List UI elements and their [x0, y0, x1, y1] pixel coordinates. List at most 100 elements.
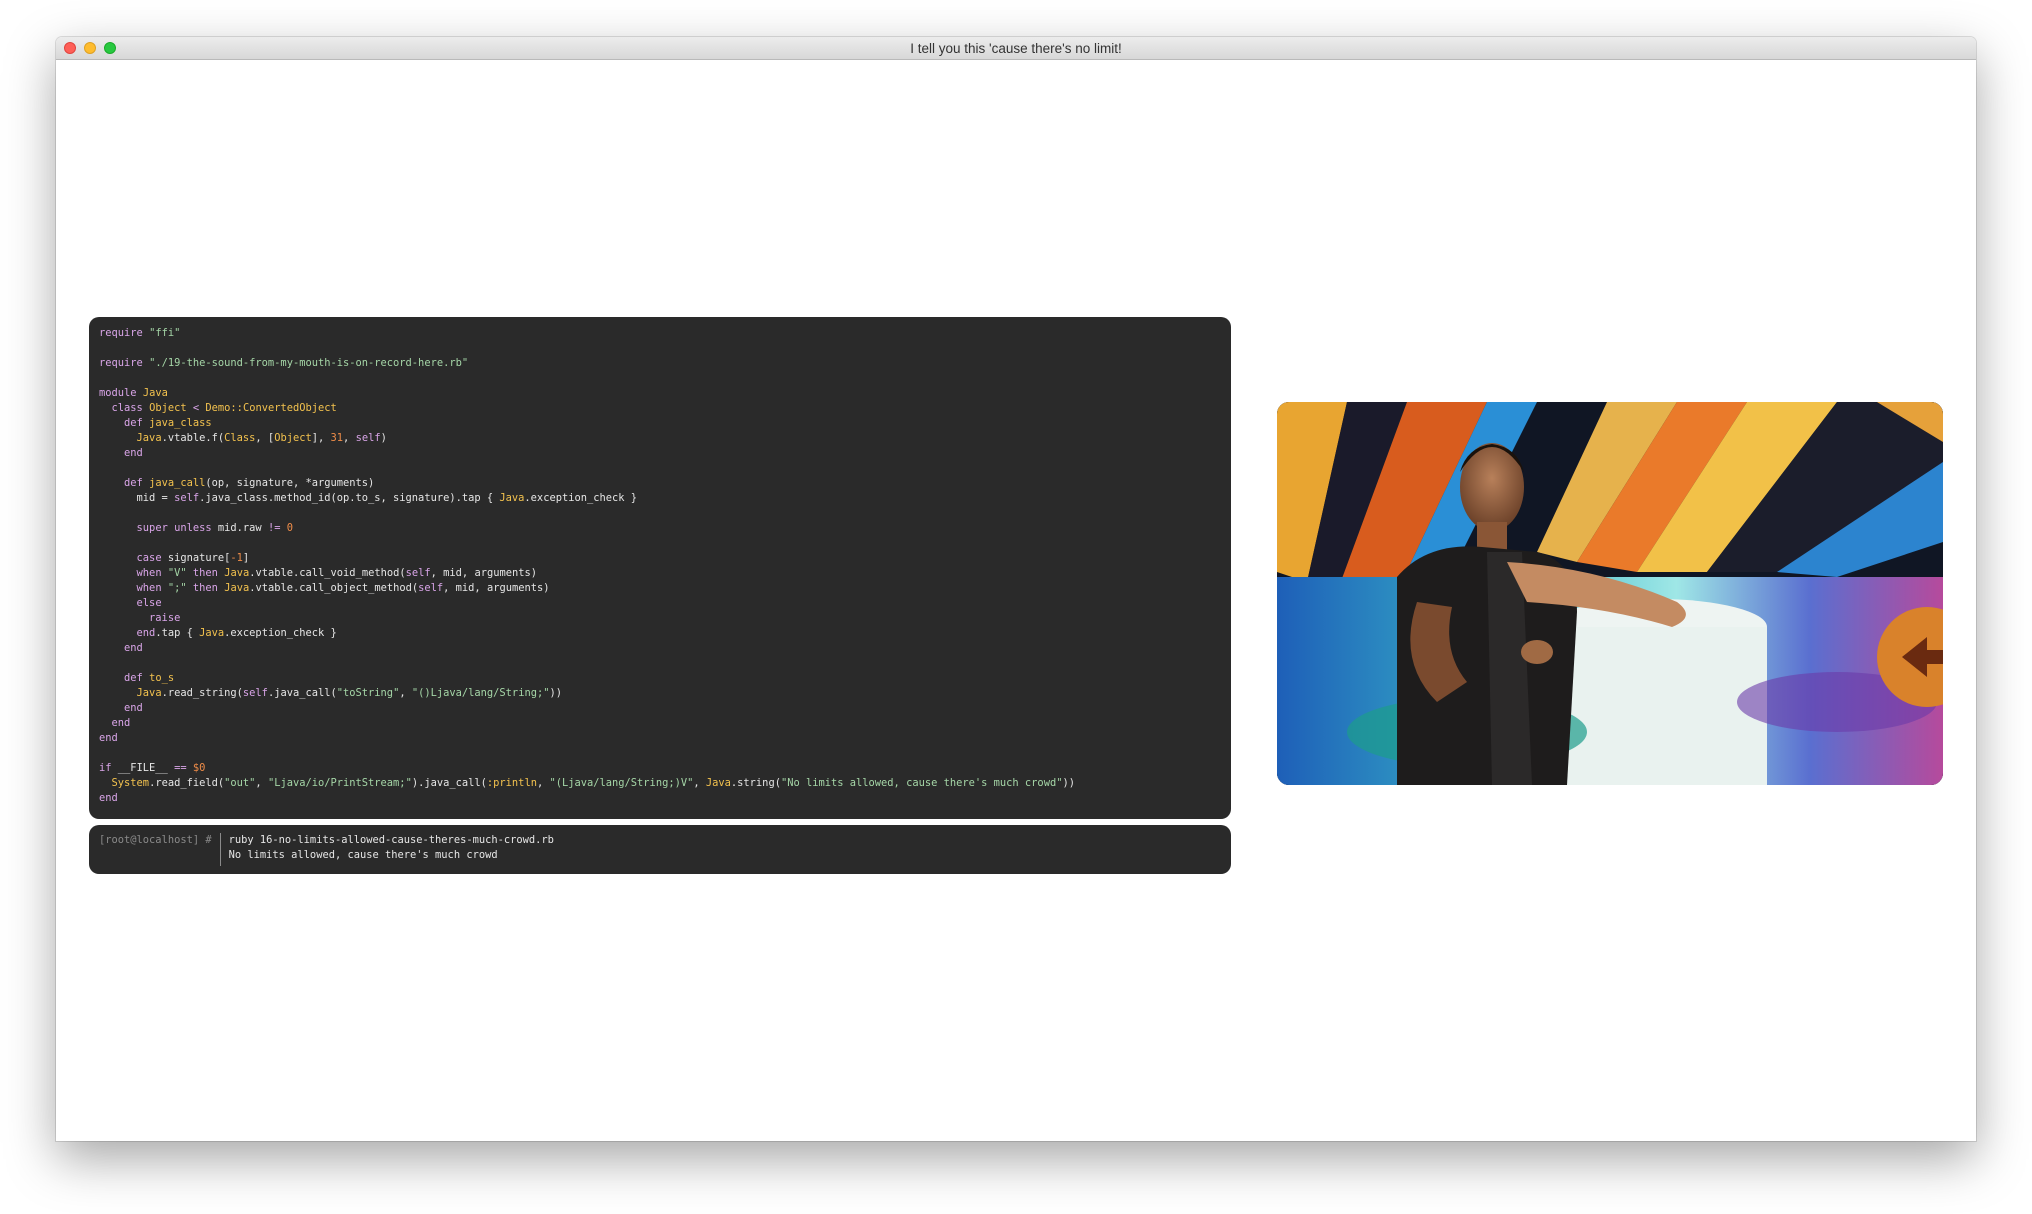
- code-token: , mid, arguments): [430, 567, 538, 579]
- code-token: end: [124, 642, 143, 654]
- terminal-output-area: ruby 16-no-limits-allowed-cause-theres-m…: [229, 833, 554, 866]
- code-token: .vtable.call_object_method(: [249, 582, 419, 594]
- code-token: "out": [224, 777, 256, 789]
- code-token: 31: [330, 432, 344, 444]
- code-line: case signature[-1]: [99, 551, 1221, 566]
- code-editor-panel: require "ffi" require "./19-the-sound-fr…: [89, 317, 1231, 819]
- code-line: System.read_field("out", "Ljava/io/Print…: [99, 776, 1221, 791]
- code-token: System: [111, 777, 150, 789]
- code-token: end: [124, 447, 143, 459]
- code-token: "No limits allowed, cause there's much c…: [780, 777, 1063, 789]
- code-token: if: [99, 762, 112, 774]
- code-token: unless: [174, 522, 212, 534]
- code-token: class: [111, 402, 143, 414]
- code-token: .tap {: [155, 627, 200, 639]
- code-token: case: [136, 552, 162, 564]
- title-bar[interactable]: I tell you this 'cause there's no limit!: [56, 37, 1976, 60]
- code-token: to_s: [149, 672, 175, 684]
- code-token: end: [136, 627, 156, 639]
- code-token: (op, signature, *arguments): [205, 477, 375, 489]
- code-token: ]: [242, 552, 250, 564]
- code-token: end: [124, 702, 143, 714]
- code-token: Java: [499, 492, 525, 504]
- music-video-frame[interactable]: [1277, 402, 1943, 785]
- code-token: "toString": [336, 687, 400, 699]
- code-token: .exception_check }: [224, 627, 337, 639]
- code-line: require "ffi": [99, 326, 1221, 341]
- code-token: mid =: [99, 492, 175, 504]
- code-line: raise: [99, 611, 1221, 626]
- code-token: .string(: [730, 777, 781, 789]
- code-token: ,: [343, 432, 356, 444]
- code-token: Java: [142, 387, 168, 399]
- code-token: require: [99, 357, 143, 369]
- code-line: require "./19-the-sound-from-my-mouth-is…: [99, 356, 1221, 371]
- code-token: self: [405, 567, 431, 579]
- code-token: .java_class.method_id(op.to_s, signature…: [199, 492, 500, 504]
- code-line: else: [99, 596, 1221, 611]
- code-token: :println: [486, 777, 537, 789]
- code-token: .read_field(: [149, 777, 225, 789]
- code-token: Object: [149, 402, 187, 414]
- code-token: .read_string(: [161, 687, 243, 699]
- code-token: require: [99, 327, 143, 339]
- code-token: when: [136, 567, 162, 579]
- code-token: 0: [286, 522, 293, 534]
- code-token: java_call: [149, 477, 206, 489]
- zoom-button[interactable]: [104, 42, 116, 54]
- slide-content: require "ffi" require "./19-the-sound-fr…: [56, 60, 1976, 1141]
- terminal-panel: [root@localhost] # ruby 16-no-limits-all…: [89, 825, 1231, 874]
- window-controls: [64, 42, 116, 54]
- minimize-button[interactable]: [84, 42, 96, 54]
- code-line: super unless mid.raw != 0: [99, 521, 1221, 536]
- code-token: $0: [192, 762, 206, 774]
- code-line: end: [99, 731, 1221, 746]
- code-token: self: [242, 687, 268, 699]
- code-line: end: [99, 701, 1221, 716]
- code-token: Java: [224, 582, 250, 594]
- code-token: self: [355, 432, 381, 444]
- code-line: class Object < Demo::ConvertedObject: [99, 401, 1221, 416]
- code-token: Java: [199, 627, 225, 639]
- code-line: end: [99, 791, 1221, 806]
- code-token: then: [192, 567, 218, 579]
- code-token: raise: [149, 612, 181, 624]
- desktop: I tell you this 'cause there's no limit!…: [0, 0, 2032, 1214]
- code-token: ).java_call(: [411, 777, 487, 789]
- code-line: end: [99, 641, 1221, 656]
- code-token: .java_call(: [267, 687, 337, 699]
- code-token: ";": [167, 582, 187, 594]
- code-token: !=: [267, 522, 281, 534]
- code-token: , [: [255, 432, 275, 444]
- code-line: Java.read_string(self.java_call("toStrin…: [99, 686, 1221, 701]
- terminal-output: No limits allowed, cause there's much cr…: [228, 849, 498, 861]
- code-line: mid = self.java_class.method_id(op.to_s,…: [99, 491, 1221, 506]
- close-button[interactable]: [64, 42, 76, 54]
- code-token: self: [418, 582, 444, 594]
- code-token: )): [549, 687, 562, 699]
- code-token: -1: [230, 552, 243, 564]
- code-token: __FILE__: [111, 762, 175, 774]
- terminal-command: ruby 16-no-limits-allowed-cause-theres-m…: [228, 834, 554, 846]
- code-token: "Ljava/io/PrintStream;": [267, 777, 412, 789]
- code-line: Java.vtable.f(Class, [Object], 31, self): [99, 431, 1221, 446]
- code-token: "./19-the-sound-from-my-mouth-is-on-reco…: [149, 357, 469, 369]
- code-token: Java: [224, 567, 250, 579]
- code-token: def: [124, 417, 143, 429]
- code-token: ,: [693, 777, 706, 789]
